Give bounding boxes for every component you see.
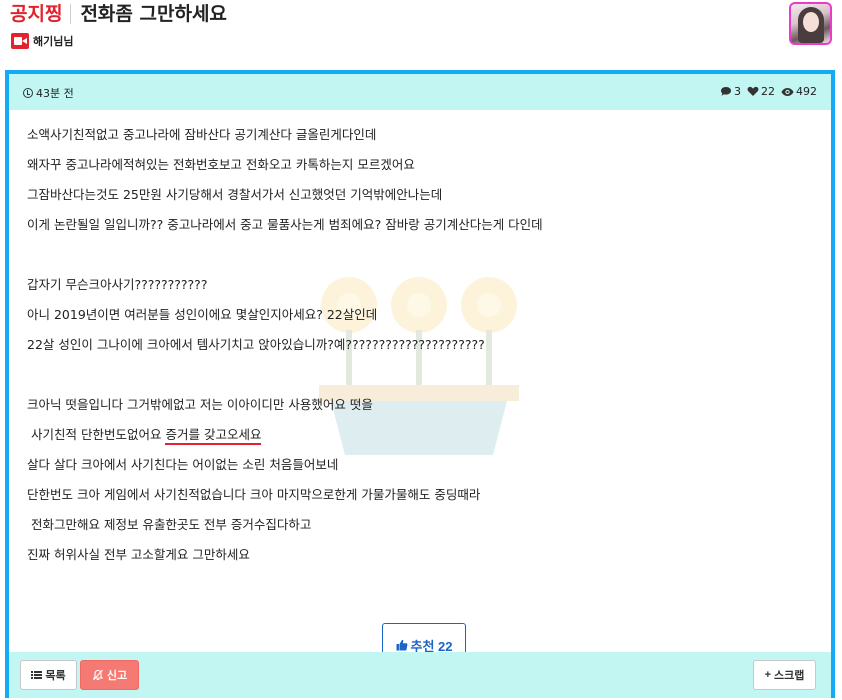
- comment-icon: [721, 87, 731, 96]
- post-content: 소액사기친적없고 중고나라에 잠바산다 공기계산다 글올린게다인데 왜자꾸 중고…: [9, 110, 831, 667]
- author-name[interactable]: 해기님님: [33, 33, 73, 49]
- bell-slash-icon: [92, 669, 103, 681]
- content-line: 크아닉 떳을입니다 그거밖에없고 저는 이아이디만 사용했어요 떳을: [27, 397, 373, 412]
- content-line: 진짜 허위사실 전부 고소할게요 그만하세요: [27, 547, 250, 562]
- content-line: 그잠바산다는것도 25만원 사기당해서 경찰서가서 신고했엇던 기억밖에안나는데: [27, 187, 443, 202]
- view-count: 492: [781, 85, 817, 98]
- report-label: 신고: [106, 670, 128, 682]
- title-row: 공지찡 전화좀 그만하세요: [10, 2, 227, 26]
- content-line: 살다 살다 크아에서 사기친다는 어이없는 소린 처음들어보네: [27, 457, 339, 472]
- thumbs-up-icon: [396, 639, 407, 651]
- report-button[interactable]: 신고: [80, 660, 139, 690]
- avatar[interactable]: [789, 2, 832, 45]
- flower-pot-watermark: [319, 277, 519, 455]
- author-row: 해기님님: [11, 33, 73, 49]
- comment-count: 3: [720, 85, 741, 98]
- content-line: 소액사기친적없고 중고나라에 잠바산다 공기계산다 글올린게다인데: [27, 127, 377, 142]
- scrap-label: 스크랩: [774, 670, 805, 682]
- content-line: 전화그만해요 제정보 유출한곳도 전부 증거수집다하고: [31, 517, 312, 532]
- content-line: 아니 2019년이면 여러분들 성인이에요 몇살인지아세요? 22살인데: [27, 307, 378, 322]
- eye-icon: [781, 87, 794, 96]
- post-header: 공지찡 전화좀 그만하세요 해기님님: [0, 0, 842, 70]
- plus-icon: +: [764, 669, 772, 681]
- like-count-text: 22: [761, 85, 775, 98]
- list-label: 목록: [45, 670, 66, 682]
- post-time-text: 43분 전: [36, 87, 74, 100]
- video-camera-icon: [11, 33, 29, 49]
- title-divider: [70, 4, 72, 24]
- list-icon: [31, 671, 43, 679]
- avatar-face: [803, 12, 819, 32]
- content-line: 갑자기 무슨크아사기???????????: [27, 277, 208, 292]
- clock-icon: [23, 88, 33, 98]
- content-line: 단한번도 크아 게임에서 사기친적없습니다 크아 마지막으로한게 가물가물해도 …: [27, 487, 481, 502]
- emphasized-text: 증거를 갖고오세요: [165, 427, 262, 445]
- list-button[interactable]: 목록: [20, 660, 77, 690]
- comment-count-text: 3: [734, 85, 741, 98]
- content-line: 22살 성인이 그나이에 크아에서 템사기치고 앉아있습니까?예????????…: [27, 337, 485, 352]
- post-stats: 3 22 492: [714, 85, 817, 98]
- content-line-part: 사기친적 단한번도없어요: [31, 427, 162, 442]
- post-panel: 43분 전 3 22 492 소액사기친적없고 중고나라에 잠바산다 공기계산다…: [5, 70, 835, 698]
- content-line: 이게 논란될일 일입니까?? 중고나라에서 중고 물품사는게 범죄에요? 잠바랑…: [27, 217, 543, 232]
- heart-icon: [747, 86, 759, 96]
- view-count-text: 492: [796, 85, 817, 98]
- post-meta-bar: 43분 전 3 22 492: [9, 74, 831, 110]
- board-category[interactable]: 공지찡: [10, 2, 62, 26]
- post-action-bar: 목록 신고 + 스크랩: [9, 652, 831, 698]
- post-time: 43분 전: [23, 85, 74, 101]
- content-line: 왜자꾸 중고나라에적혀있는 전화번호보고 전화오고 카톡하는지 모르겠어요: [27, 157, 415, 172]
- post-title: 전화좀 그만하세요: [80, 3, 227, 25]
- like-count: 22: [747, 85, 775, 98]
- scrap-button[interactable]: + 스크랩: [753, 660, 816, 690]
- content-line-with-emphasis: 사기친적 단한번도없어요 증거를 갖고오세요: [31, 424, 262, 445]
